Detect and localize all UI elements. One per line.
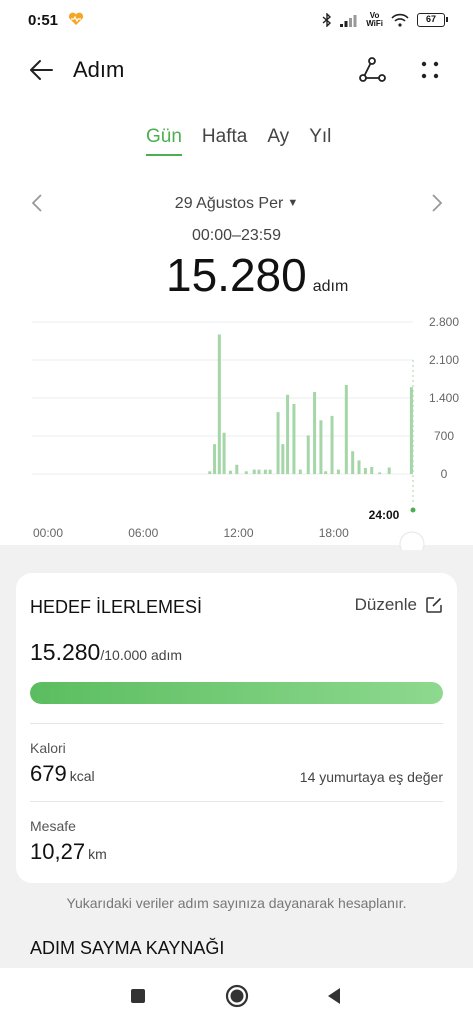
goal-progress-fill bbox=[30, 682, 443, 704]
goal-value: 15.280/10.000 adım bbox=[30, 639, 182, 666]
chart-bar[interactable] bbox=[276, 412, 280, 474]
tab-week[interactable]: Hafta bbox=[202, 126, 247, 156]
bluetooth-icon bbox=[322, 13, 332, 27]
chart-bar[interactable] bbox=[319, 420, 323, 474]
time-range: 00:00–23:59 bbox=[192, 227, 281, 244]
chart-bar[interactable] bbox=[252, 469, 256, 474]
date-label: 29 Ağustos Per bbox=[174, 195, 284, 212]
home-circle-icon[interactable] bbox=[223, 982, 251, 1010]
chart-bar[interactable] bbox=[217, 334, 221, 474]
y-tick-label: 0 bbox=[441, 467, 448, 481]
status-icons: Vo WiFi 67 bbox=[322, 12, 448, 28]
chart-bar[interactable] bbox=[336, 469, 340, 474]
more-options-icon[interactable] bbox=[414, 54, 446, 86]
chart-bar[interactable] bbox=[286, 394, 290, 474]
tab-year[interactable]: Yıl bbox=[309, 126, 331, 156]
vowifi-indicator: Vo WiFi bbox=[366, 12, 383, 28]
total-steps-value: 15.280 bbox=[166, 249, 307, 301]
step-source-section-title[interactable]: ADIM SAYMA KAYNAĞI bbox=[30, 938, 224, 959]
chart-bar[interactable] bbox=[298, 469, 302, 474]
current-time-dot bbox=[410, 507, 416, 513]
distance-unit: km bbox=[88, 846, 107, 862]
edit-goal-label: Düzenle bbox=[354, 595, 417, 614]
chart-bar[interactable] bbox=[228, 470, 232, 474]
chart-bar[interactable] bbox=[387, 467, 391, 474]
chart-bar[interactable] bbox=[363, 468, 367, 474]
edit-goal-button[interactable]: Düzenle bbox=[355, 595, 443, 615]
system-navigation-bar bbox=[0, 968, 473, 1024]
chart-bar[interactable] bbox=[213, 444, 217, 474]
health-heart-icon bbox=[68, 12, 84, 25]
cellular-signal-icon bbox=[340, 14, 357, 27]
goal-target: /10.000 adım bbox=[100, 647, 183, 663]
x-tick-label: 00:00 bbox=[33, 526, 63, 540]
footnote: Yukarıdaki veriler adım sayınıza dayanar… bbox=[66, 895, 407, 911]
recents-square-icon[interactable] bbox=[124, 982, 152, 1010]
chart-bar[interactable] bbox=[235, 464, 239, 474]
chart-bar[interactable] bbox=[263, 469, 267, 474]
chart-bar[interactable] bbox=[292, 403, 296, 474]
calories-label: Kalori bbox=[30, 740, 66, 756]
chart-bar[interactable] bbox=[208, 471, 212, 474]
chart-bar[interactable] bbox=[409, 387, 413, 474]
wifi-icon bbox=[391, 13, 409, 27]
chart-bar[interactable] bbox=[351, 451, 355, 474]
chart-bar[interactable] bbox=[370, 466, 374, 474]
distance-label: Mesafe bbox=[30, 818, 76, 834]
battery-icon: 67 bbox=[417, 13, 448, 27]
calories-number: 679 bbox=[30, 761, 67, 786]
next-day-chevron-icon[interactable] bbox=[426, 190, 448, 216]
page-title: Adım bbox=[73, 57, 125, 82]
date-selector[interactable]: 29 Ağustos Per ▼ bbox=[0, 195, 473, 213]
edit-icon bbox=[426, 597, 442, 613]
status-bar: 0:51 Vo WiFi 67 bbox=[0, 0, 473, 40]
period-tabs: Gün Hafta Ay Yıl bbox=[146, 126, 331, 156]
goal-progress-bar bbox=[30, 682, 443, 704]
chart-bar[interactable] bbox=[324, 471, 328, 474]
tab-month[interactable]: Ay bbox=[267, 126, 289, 156]
chart-bar[interactable] bbox=[313, 392, 317, 474]
chart-bar[interactable] bbox=[281, 444, 285, 474]
total-steps: 15.280 adım bbox=[166, 248, 348, 302]
calories-unit: kcal bbox=[69, 768, 95, 784]
vowifi-bottom-label: WiFi bbox=[366, 19, 383, 28]
back-arrow-icon[interactable] bbox=[26, 54, 58, 86]
chart-bar[interactable] bbox=[357, 460, 361, 474]
chart-bar[interactable] bbox=[378, 472, 382, 474]
chart-bar[interactable] bbox=[330, 415, 334, 474]
divider bbox=[30, 801, 443, 802]
tab-day[interactable]: Gün bbox=[146, 126, 182, 156]
total-steps-unit: adım bbox=[312, 278, 349, 295]
calories-equivalent: 14 yumurtaya eş değer bbox=[299, 769, 443, 785]
current-time-label: 24:00 bbox=[369, 508, 400, 522]
y-tick-label: 700 bbox=[434, 429, 454, 443]
time-scrubber-handle[interactable] bbox=[399, 531, 425, 550]
goal-title: HEDEF İLERLEMESİ bbox=[30, 597, 203, 617]
chart-bar[interactable] bbox=[306, 435, 310, 474]
calories-value: 679 kcal bbox=[30, 761, 95, 787]
divider bbox=[30, 723, 443, 724]
y-tick-label: 1.400 bbox=[429, 391, 459, 405]
chart-bar[interactable] bbox=[344, 384, 348, 474]
goal-progress-card: HEDEF İLERLEMESİ Düzenle 15.280/10.000 a… bbox=[16, 573, 457, 883]
steps-bar-chart[interactable]: 2.800 2.100 1.400 700 0 00:00 06:00 12:00 18:00 2… bbox=[0, 300, 473, 550]
y-tick-label: 2.100 bbox=[429, 353, 459, 367]
chart-bar[interactable] bbox=[257, 469, 261, 474]
y-tick-label: 2.800 bbox=[429, 315, 459, 329]
x-tick-label: 06:00 bbox=[128, 526, 158, 540]
dropdown-caret-icon: ▼ bbox=[287, 197, 299, 209]
chart-bar[interactable] bbox=[222, 432, 226, 474]
distance-value: 10,27 km bbox=[30, 839, 107, 865]
route-icon[interactable] bbox=[356, 54, 388, 86]
x-tick-label: 12:00 bbox=[223, 526, 253, 540]
goal-current: 15.280 bbox=[30, 639, 101, 665]
distance-number: 10,27 bbox=[30, 839, 86, 864]
x-tick-label: 18:00 bbox=[319, 526, 349, 540]
chart-bar[interactable] bbox=[244, 471, 248, 474]
chart-bar[interactable] bbox=[268, 469, 272, 474]
status-time: 0:51 bbox=[28, 12, 59, 29]
back-triangle-icon[interactable] bbox=[320, 982, 348, 1010]
